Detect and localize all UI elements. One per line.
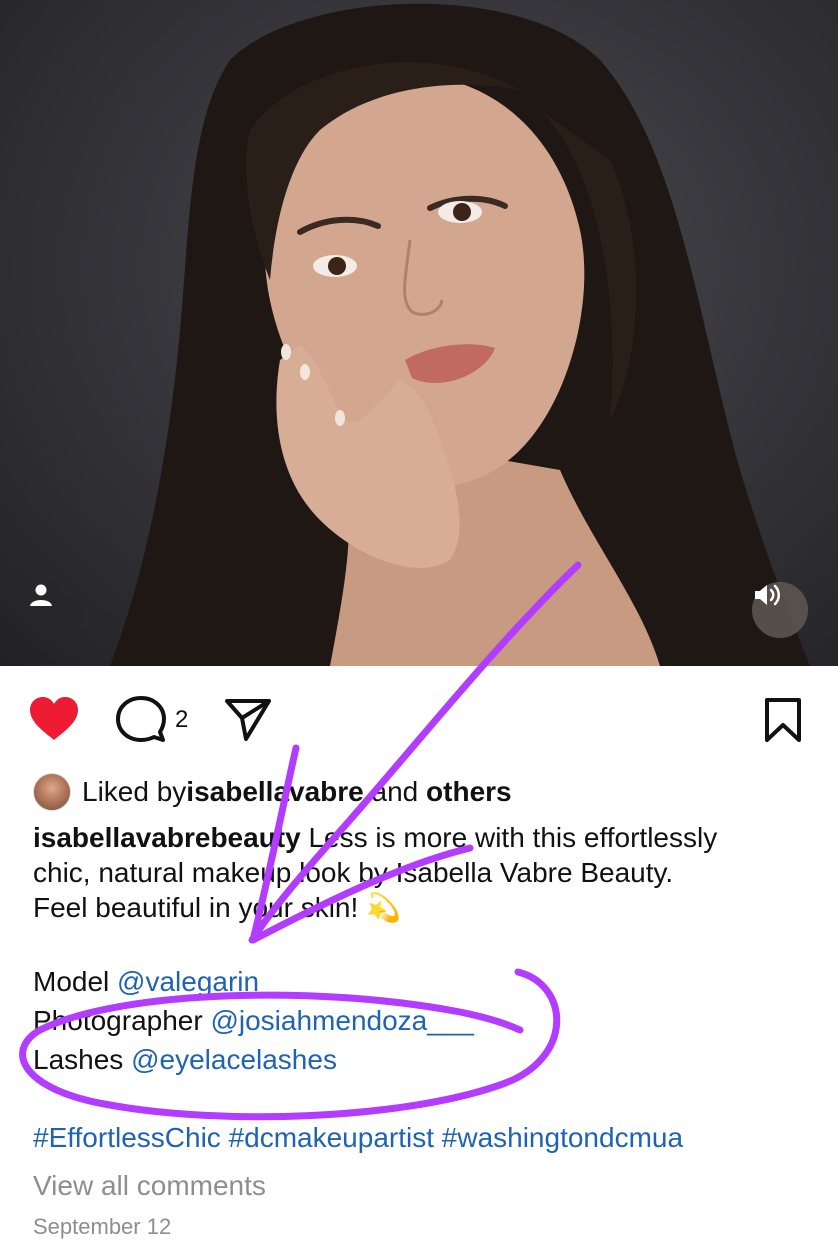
caption-username[interactable]: isabellavabrebeauty	[33, 822, 301, 853]
liker-avatar[interactable]	[33, 773, 71, 811]
comment-button[interactable]	[112, 694, 170, 744]
audio-toggle-button[interactable]	[752, 582, 808, 638]
portrait-image	[110, 3, 810, 666]
comment-count: 2	[175, 706, 189, 733]
credit-lashes: Lashes @eyelacelashes	[33, 1040, 474, 1079]
caption-line-2: chic, natural makeup look by Isabella Va…	[33, 857, 674, 888]
user-tag-button[interactable]	[28, 582, 84, 638]
liked-by-prefix: Liked by	[82, 776, 187, 807]
liked-by-username[interactable]: isabellavabre	[186, 776, 363, 808]
mention-link[interactable]: @eyelacelashes	[131, 1044, 337, 1075]
person-icon	[30, 584, 52, 606]
credits-block: Model @valegarin_ Photographer @josiahme…	[33, 962, 474, 1079]
hashtags[interactable]: #EffortlessChic #dcmakeupartist #washing…	[33, 1119, 683, 1157]
post-caption: isabellavabrebeauty Less is more with th…	[33, 818, 823, 927]
credit-label: Model	[33, 966, 118, 997]
credit-label: Photographer	[33, 1005, 211, 1036]
share-button[interactable]	[220, 694, 276, 744]
post-date: September 12	[33, 1214, 172, 1239]
credit-photographer: Photographer @josiahmendoza___	[33, 1001, 474, 1040]
caption-line-1: isabellavabrebeauty Less is more with th…	[33, 818, 823, 857]
caption-line-3: Feel beautiful in your skin! 💫	[33, 892, 401, 923]
bookmark-icon	[765, 698, 801, 742]
mention-link[interactable]: @valegarin_	[117, 966, 275, 997]
liked-by-and: and	[363, 776, 427, 807]
post-photo[interactable]	[0, 0, 838, 666]
heart-icon	[30, 697, 78, 740]
save-button[interactable]	[758, 694, 808, 746]
like-button[interactable]	[26, 694, 82, 744]
speaker-icon	[755, 584, 780, 606]
liked-by-row[interactable]: Liked by isabellavabre and others	[33, 772, 512, 812]
view-all-comments-link[interactable]: View all comments	[33, 1170, 266, 1202]
comment-bubble-icon	[116, 696, 166, 742]
caption-text-1: Less is more with this effortlessly	[300, 822, 718, 853]
liked-by-others[interactable]: others	[426, 776, 512, 808]
mention-link[interactable]: @josiahmendoza___	[210, 1005, 473, 1036]
paper-plane-icon	[225, 699, 271, 741]
credit-model: Model @valegarin_	[33, 962, 474, 1001]
credit-label: Lashes	[33, 1044, 132, 1075]
post-action-bar: 2	[0, 686, 838, 752]
